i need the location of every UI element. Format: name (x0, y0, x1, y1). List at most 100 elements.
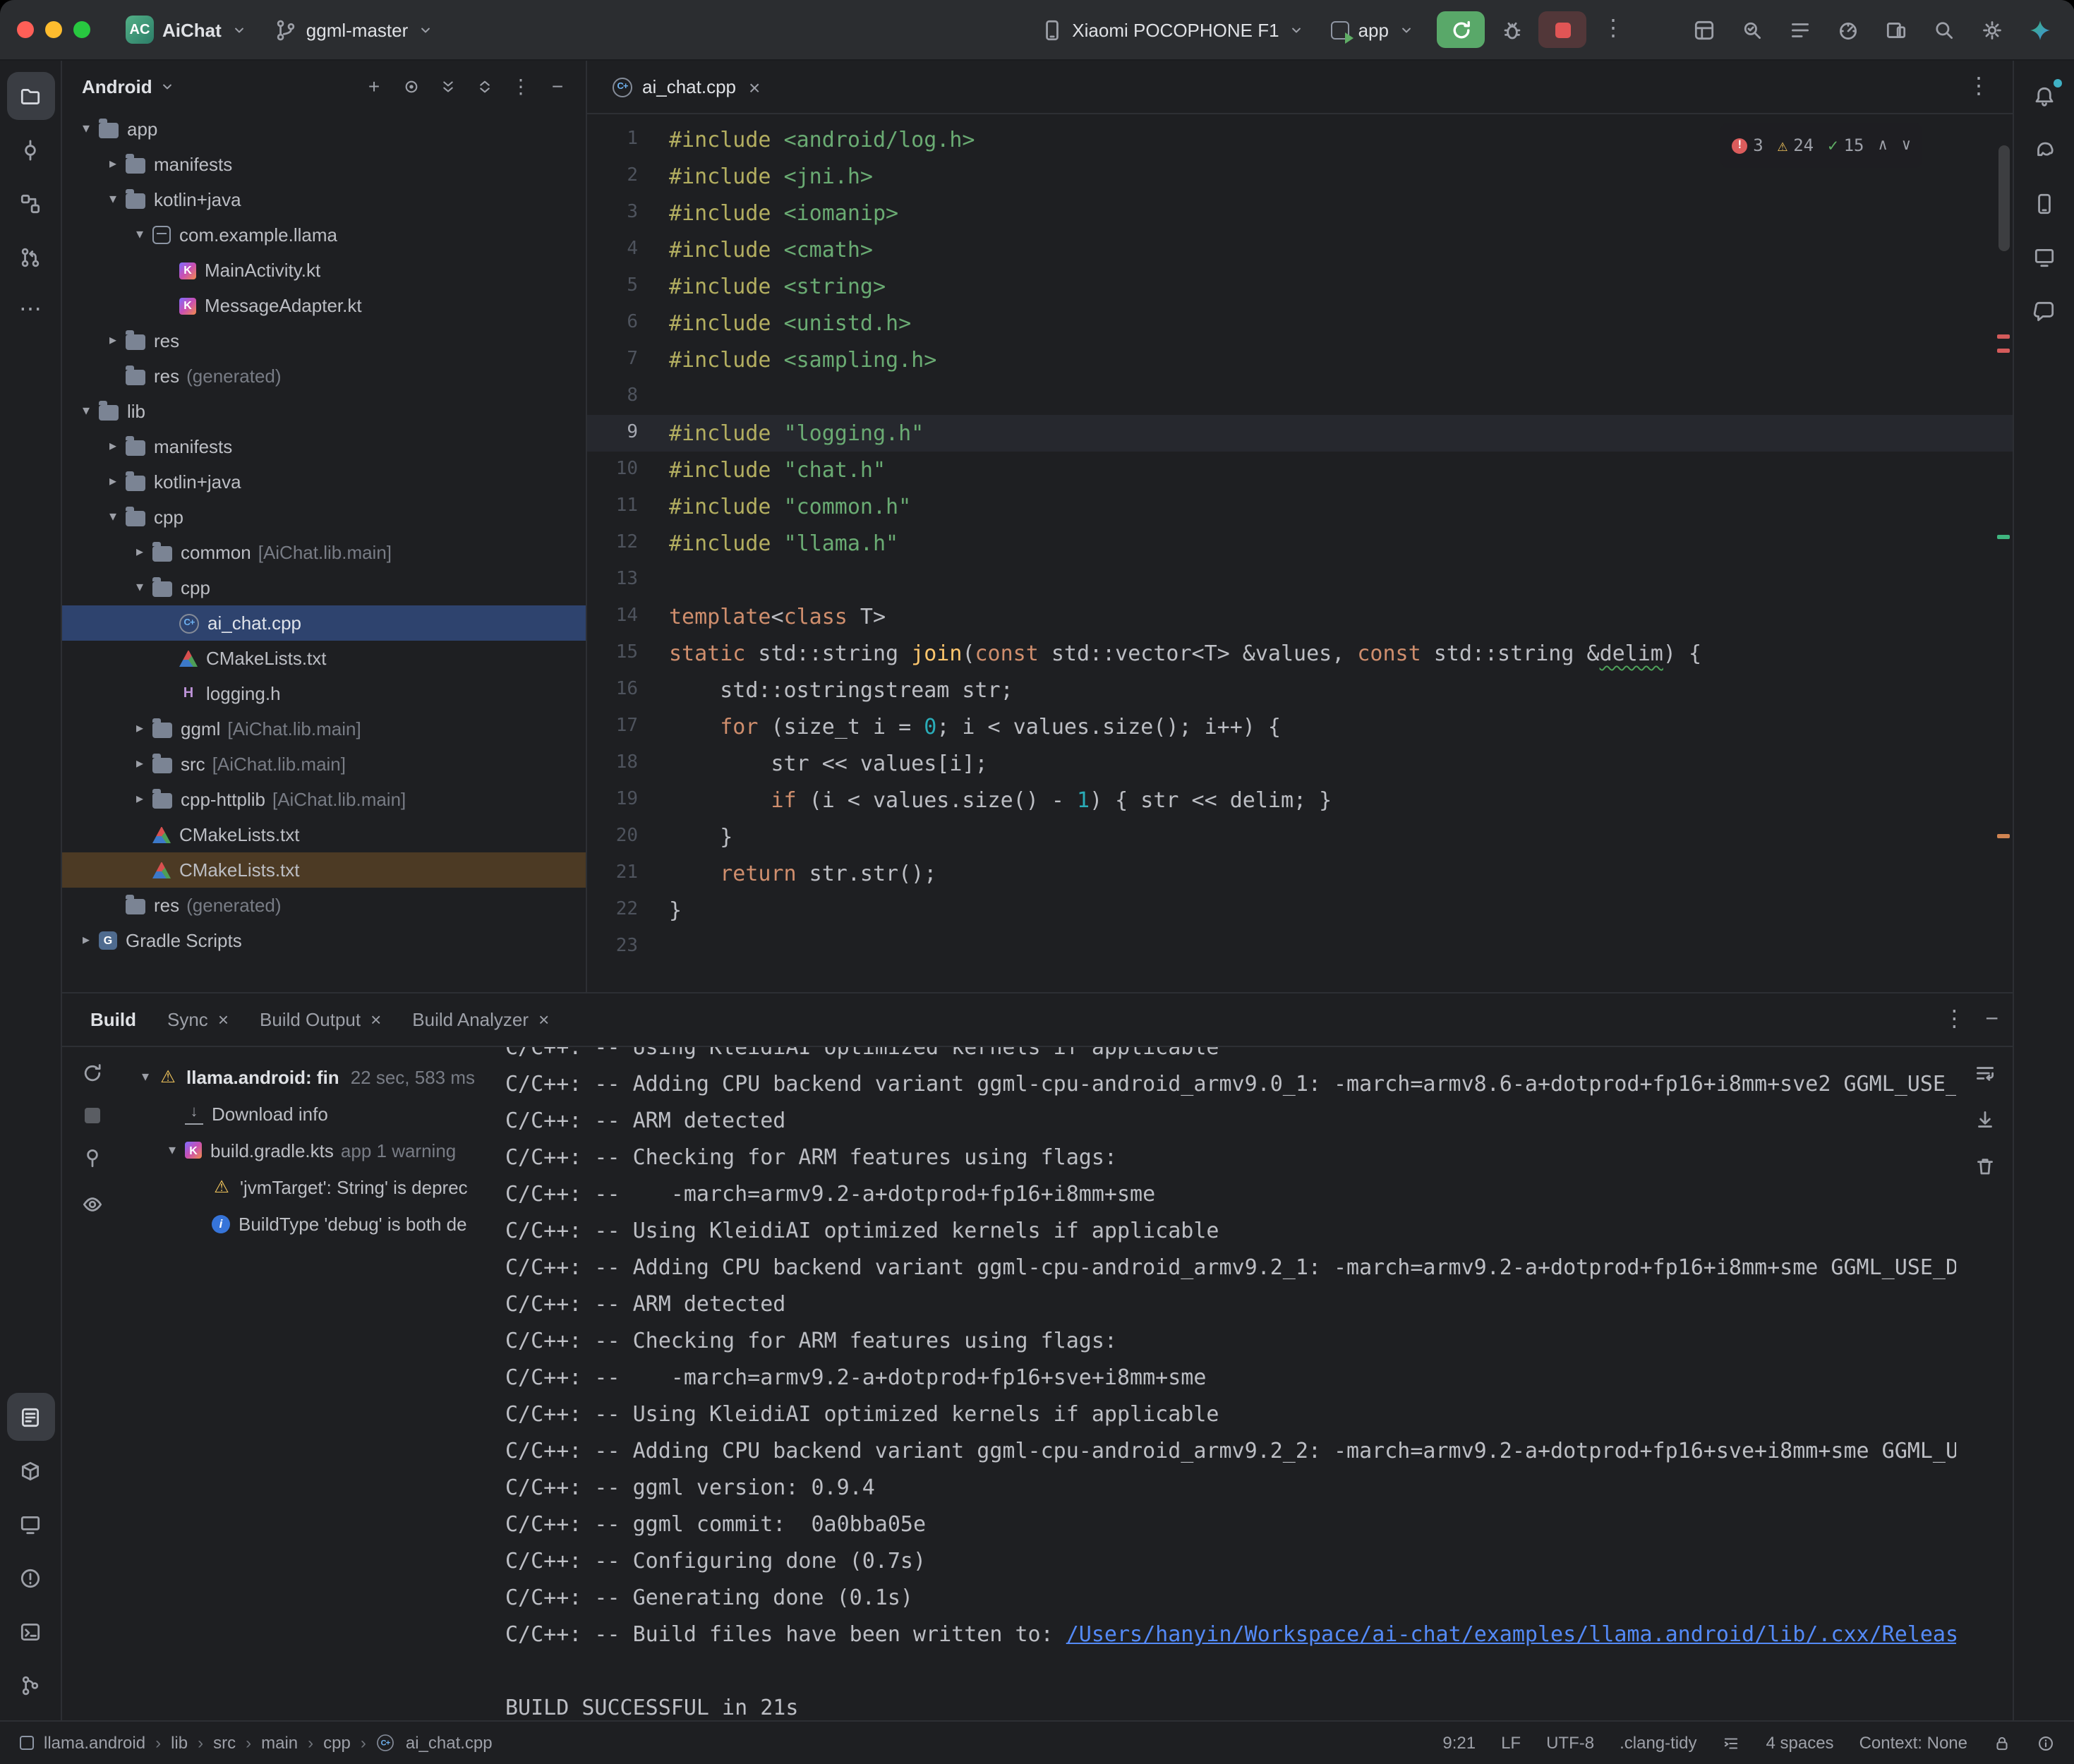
next-issue-icon[interactable]: ∨ (1902, 127, 1911, 164)
project-tree-item[interactable]: ▾cpp (62, 500, 586, 535)
build-console[interactable]: C/C++: -- Using KleidiAI optimized kerne… (505, 1047, 1956, 1720)
chevron-right-icon[interactable]: ▸ (127, 792, 152, 807)
file-encoding[interactable]: UTF-8 (1546, 1733, 1594, 1753)
code-inspection-button[interactable] (1730, 10, 1773, 49)
context-setting[interactable]: Context: None (1859, 1733, 1967, 1753)
chevron-down-icon[interactable]: ▾ (127, 227, 152, 243)
code-line[interactable]: 6#include <unistd.h> (587, 305, 2013, 342)
project-tree-item[interactable]: C+ai_chat.cpp (62, 605, 586, 641)
layout-inspector-button[interactable] (1682, 10, 1725, 49)
structure-tool-button[interactable] (6, 179, 54, 227)
close-window-button[interactable] (17, 21, 34, 38)
project-tree-item[interactable]: ▾cpp (62, 570, 586, 605)
pin-icon[interactable] (80, 1146, 104, 1170)
debug-button[interactable] (1490, 10, 1533, 49)
code-line[interactable]: 8 (587, 378, 2013, 415)
code-line[interactable]: 5#include <string> (587, 268, 2013, 305)
terminal-tool-button[interactable] (6, 1607, 54, 1655)
inspections-status-icon[interactable] (2037, 1734, 2055, 1752)
chevron-right-icon[interactable]: ▸ (100, 474, 126, 490)
maximize-window-button[interactable] (73, 21, 90, 38)
project-tool-button[interactable] (6, 72, 54, 120)
stop-button[interactable] (1538, 11, 1586, 48)
running-devices-button[interactable] (2020, 233, 2068, 281)
search-everywhere-button[interactable] (1922, 10, 1965, 49)
code-line[interactable]: 10#include "chat.h" (587, 452, 2013, 488)
code-line[interactable]: 12#include "llama.h" (587, 525, 2013, 562)
project-selector[interactable]: AC AiChat (116, 10, 258, 49)
project-tree-item[interactable]: ▸manifests (62, 429, 586, 464)
stop-build-icon[interactable] (84, 1108, 100, 1123)
project-tree-item[interactable]: ▸kotlin+java (62, 464, 586, 500)
code-line[interactable]: 22} (587, 892, 2013, 929)
build-tree-item[interactable]: ↓Download info (121, 1095, 505, 1132)
rerun-app-button[interactable] (1437, 11, 1485, 48)
code-line[interactable]: 11#include "common.h" (587, 488, 2013, 525)
editor-scrollbar[interactable] (1998, 145, 2010, 251)
gemini-button[interactable] (2018, 10, 2061, 49)
chevron-right-icon[interactable]: ▸ (127, 545, 152, 560)
add-button[interactable]: + (357, 69, 391, 103)
run-configuration-selector[interactable]: app (1322, 13, 1425, 46)
build-options-icon[interactable]: ⋮ (1943, 1008, 1965, 1031)
project-tree-item[interactable]: ▸manifests (62, 147, 586, 182)
hide-panel-button[interactable]: − (541, 69, 574, 103)
close-tab-icon[interactable]: × (749, 75, 760, 98)
rerun-build-icon[interactable] (80, 1061, 104, 1085)
project-tree-item[interactable]: ▸ggml[AiChat.lib.main] (62, 711, 586, 747)
code-line[interactable]: 13 (587, 562, 2013, 598)
locate-file-button[interactable] (394, 69, 428, 103)
commit-tool-button[interactable] (6, 126, 54, 174)
code-line[interactable]: 17 for (size_t i = 0; i < values.size();… (587, 708, 2013, 745)
pull-requests-tool-button[interactable] (6, 233, 54, 281)
editor-options-icon[interactable]: ⋮ (1956, 75, 2001, 98)
hide-build-panel-icon[interactable]: − (1985, 1007, 1998, 1032)
close-tab-icon[interactable]: × (218, 1009, 229, 1030)
problems-tool-button[interactable] (6, 1554, 54, 1602)
eye-icon[interactable] (80, 1192, 104, 1216)
build-tree-item[interactable]: ▾Kbuild.gradle.ktsapp 1 warning (121, 1132, 505, 1168)
tab-build-output[interactable]: Build Output× (246, 1003, 395, 1036)
chevron-down-icon[interactable]: ▾ (73, 121, 99, 137)
running-devices-tool-button[interactable] (6, 1500, 54, 1548)
code-line[interactable]: 19 if (i < values.size() - 1) { str << d… (587, 782, 2013, 818)
notifications-button[interactable] (2020, 72, 2068, 120)
code-line[interactable]: 23 (587, 929, 2013, 965)
gradle-button[interactable] (2020, 126, 2068, 174)
project-tree-item[interactable]: ▸cpp-httplib[AiChat.lib.main] (62, 782, 586, 817)
tab-build-analyzer[interactable]: Build Analyzer× (398, 1003, 563, 1036)
panel-options-button[interactable]: ⋮ (504, 69, 538, 103)
project-tree-item[interactable]: CMakeLists.txt (62, 817, 586, 852)
code-line[interactable]: 18 str << values[i]; (587, 745, 2013, 782)
project-tree-item[interactable]: CMakeLists.txt (62, 641, 586, 676)
chevron-right-icon[interactable]: ▸ (100, 333, 126, 349)
previous-issue-icon[interactable]: ∧ (1879, 127, 1888, 164)
project-tree-item[interactable]: KMessageAdapter.kt (62, 288, 586, 323)
logcat-tool-button[interactable] (6, 1393, 54, 1441)
breadcrumb-item[interactable]: ai_chat.cpp (406, 1733, 493, 1753)
code-line[interactable]: 21 return str.str(); (587, 855, 2013, 892)
change-stripe-mark[interactable] (1997, 535, 2010, 539)
error-stripe-mark[interactable] (1997, 349, 2010, 353)
editor-tab[interactable]: C+ ai_chat.cpp × (598, 61, 774, 113)
minimize-window-button[interactable] (45, 21, 62, 38)
branch-selector[interactable]: ggml-master (264, 12, 445, 47)
project-tree-item[interactable]: res(generated) (62, 888, 586, 923)
project-tree-item[interactable]: ▾com.example.llama (62, 217, 586, 253)
scroll-to-end-icon[interactable] (1972, 1108, 1996, 1132)
tab-sync[interactable]: Sync× (153, 1003, 243, 1036)
chevron-right-icon[interactable]: ▸ (100, 439, 126, 454)
indent-setting[interactable]: 4 spaces (1766, 1733, 1834, 1753)
breadcrumb-item[interactable]: cpp (323, 1733, 351, 1753)
code-line[interactable]: 16 std::ostringstream str; (587, 672, 2013, 708)
tab-build[interactable]: Build (76, 1003, 150, 1036)
breadcrumb-item[interactable]: main (261, 1733, 298, 1753)
project-tree-item[interactable]: KMainActivity.kt (62, 253, 586, 288)
gemini-chat-button[interactable] (2020, 286, 2068, 334)
chevron-right-icon[interactable]: ▸ (100, 157, 126, 172)
project-tree-item[interactable]: CMakeLists.txt (62, 852, 586, 888)
build-tree-item[interactable]: ⚠'jvmTarget': String' is deprec (121, 1168, 505, 1205)
caret-position[interactable]: 9:21 (1442, 1733, 1476, 1753)
project-tree-item[interactable]: Hlogging.h (62, 676, 586, 711)
logcat-button[interactable] (1778, 10, 1821, 49)
